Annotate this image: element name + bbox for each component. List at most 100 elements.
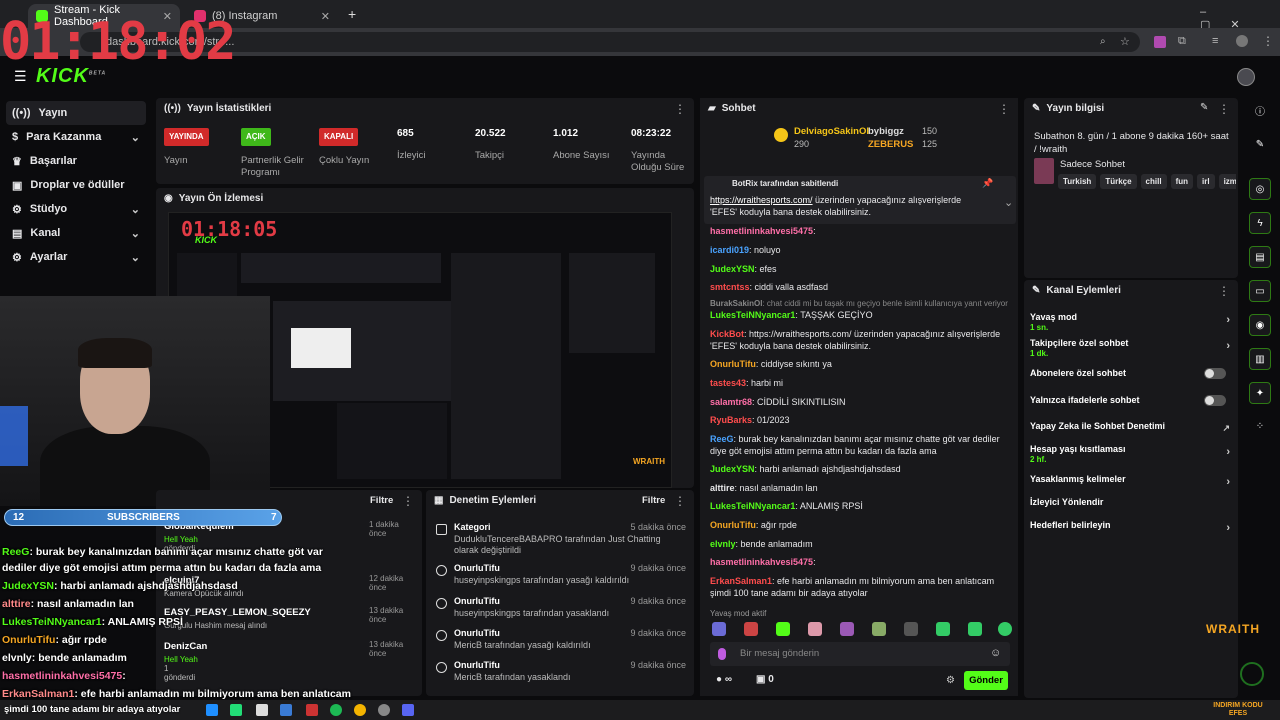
extension-icon[interactable] [1154,36,1166,48]
emote-icon[interactable] [744,622,758,636]
discount-code-logo: INDIRIM KODU EFES [1213,702,1263,717]
broadcast-icon[interactable]: ◉ [1249,314,1271,336]
pin-icon[interactable]: 📌 [982,178,993,189]
mod-action-time: 9 dakika önce [630,596,686,606]
tag[interactable]: fun [1170,174,1193,189]
url-input[interactable]: dashboard.kick.com/stre... [80,32,1140,52]
emote-icon[interactable] [904,622,918,636]
emote-icon[interactable] [840,622,854,636]
extensions-puzzle-icon[interactable]: ⧉ [1178,35,1186,48]
emote-icon[interactable] [968,622,982,636]
rgb-light [0,406,28,466]
more-options-icon[interactable]: ⋮ [1218,284,1230,298]
external-link-icon: ↗ [1222,423,1230,433]
zoom-icon[interactable]: ⌕ [1100,36,1106,47]
sidebar-item-drops[interactable]: ▣ Droplar ve ödüller [6,173,146,197]
emoji-icon[interactable]: ☺ [990,647,1001,659]
more-options-icon[interactable]: ⋮ [674,494,686,508]
edit-icon[interactable]: ✎ [1200,102,1208,113]
action-emote-only[interactable]: Yalnızca ifadelerle sohbet [1030,395,1230,406]
filter-button[interactable]: Filtre [642,495,665,506]
filter-button[interactable]: Filtre [370,495,393,506]
mod-action-title: OnurluTifu [454,563,500,573]
more-options-icon[interactable]: ⋮ [402,494,414,508]
emote-icon[interactable] [872,622,886,636]
bookmark-star-icon[interactable]: ☆ [1120,35,1130,48]
chrome-icon[interactable] [354,704,366,716]
sidebar-item-studio[interactable]: ⚙ Stüdyo ⌄ [6,197,146,221]
action-host[interactable]: İzleyici Yönlendir [1030,497,1230,507]
emote-icon[interactable] [808,622,822,636]
browser-menu-icon[interactable]: ⋮ [1262,34,1274,48]
activity-time: 13 dakika önce [369,606,404,624]
tag[interactable]: chill [1140,174,1167,189]
more-options-icon[interactable]: ⋮ [1218,102,1230,116]
tag[interactable]: Türkçe [1100,174,1137,189]
tag[interactable]: Turkish [1058,174,1097,189]
emote-icon[interactable] [712,622,726,636]
sidebar-item-achievements[interactable]: ♛ Başarılar [6,149,146,173]
mod-action-desc: huseyinpskingps tarafından yasaklandı [454,608,610,618]
channel-points[interactable]: ● ∞ [716,674,732,685]
send-button[interactable]: Gönder [964,671,1008,690]
action-goals[interactable]: Hedefleri belirleyin › [1030,520,1230,534]
close-tab-icon[interactable]: ✕ [321,10,330,23]
app-icon[interactable] [256,704,268,716]
tag[interactable]: irl [1197,174,1215,189]
category-name[interactable]: Sadece Sohbet [1060,159,1125,170]
app-icon[interactable] [230,704,242,716]
spotify-icon[interactable] [330,704,342,716]
more-options-icon[interactable]: ⋮ [998,102,1010,116]
emote-icon[interactable] [776,622,790,636]
sidebar-item-channel[interactable]: ▤ Kanal ⌄ [6,221,146,245]
tag[interactable]: izm [1218,174,1236,189]
emote-icon[interactable] [998,622,1012,636]
wrench-icon[interactable]: ✦ [1249,382,1271,404]
action-ai-moderation[interactable]: Yapay Zeka ile Sohbet Denetimi ↗ [1030,421,1230,433]
mod-action-time: 5 dakika önce [630,522,686,532]
edit-icon[interactable]: ✎ [1249,134,1271,156]
chat-settings-icon[interactable]: ⚙ [946,675,955,686]
chat-message: ErkanSalman1: efe harbi anlamadın mı bil… [710,576,995,598]
emote-picker-icon[interactable] [718,648,726,660]
toggle-switch[interactable] [1204,368,1226,379]
chevron-down-icon[interactable]: ⌄ [1004,196,1013,209]
more-icon[interactable]: ⁘ [1249,416,1271,438]
webcam-overlay [0,296,270,506]
lightning-icon[interactable]: ϟ [1249,212,1271,234]
pinned-message[interactable]: BotRix tarafından sabitlendi 📌 https://w… [704,176,1016,224]
chat-input-box[interactable]: Bir mesaj gönderin ☺ [710,642,1010,666]
sidebar-item-stream[interactable]: ((•)) Yayın [6,101,146,125]
profile-avatar[interactable] [1236,35,1248,47]
action-banned-words[interactable]: Yasaklanmış kelimeler › [1030,474,1230,488]
chevron-right-icon: › [1226,340,1230,352]
layers-icon[interactable]: ▥ [1249,348,1271,370]
category-thumbnail[interactable] [1034,158,1054,184]
action-account-age[interactable]: Hesap yaşı kısıtlaması 2 hf. › [1030,444,1230,464]
emote-icon[interactable] [936,622,950,636]
more-options-icon[interactable]: ⋮ [674,102,686,116]
gear-icon: ⚙ [12,203,22,216]
chat-icon[interactable]: ▭ [1249,280,1271,302]
chevron-down-icon: ⌄ [130,251,140,264]
toggle-switch[interactable] [1204,395,1226,406]
reading-list-icon[interactable]: ≡ [1212,35,1218,47]
obs-icon[interactable] [378,704,390,716]
overlay-chat-line: alttire: nasıl anlamadın lan [2,598,134,610]
info-icon[interactable]: ⓘ [1249,102,1271,124]
pinned-link[interactable]: https://wraithesports.com/ [710,195,813,205]
edge-icon[interactable] [206,704,218,716]
action-slow-mode[interactable]: Yavaş mod 1 sn. › [1030,312,1230,332]
camera-icon[interactable]: ◎ [1249,178,1271,200]
sidebar-item-settings[interactable]: ⚙ Ayarlar ⌄ [6,245,146,269]
app-icon[interactable] [306,704,318,716]
action-subscribers-only[interactable]: Abonelere özel sohbet [1030,368,1230,379]
user-avatar[interactable] [1237,68,1255,86]
discord-icon[interactable] [402,704,414,716]
sidebar-item-monetization[interactable]: $ Para Kazanma ⌄ [6,125,146,149]
document-icon[interactable]: ▤ [1249,246,1271,268]
gift-count[interactable]: ▣ 0 [756,674,774,685]
new-tab-button[interactable]: + [348,6,356,22]
mail-icon[interactable] [280,704,292,716]
action-followers-only[interactable]: Takipçilere özel sohbet 1 dk. › [1030,338,1230,358]
